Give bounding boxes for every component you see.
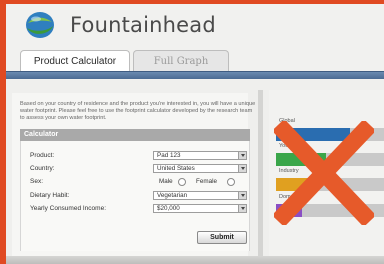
income-value: $20,000 — [157, 205, 180, 212]
diet-select[interactable]: Vegetarian — [153, 191, 247, 200]
income-select[interactable]: $20,000 — [153, 204, 247, 213]
female-label: Female — [196, 178, 217, 185]
app-title: Fountainhead — [70, 13, 216, 37]
diet-label: Dietary Habit: — [30, 192, 70, 199]
cross-out-icon — [274, 121, 374, 225]
male-label: Male — [159, 178, 173, 185]
calculator-header: Calculator — [20, 129, 250, 141]
app-window: Fountainhead Product Calculator Full Gra… — [6, 4, 384, 264]
product-label: Product: — [30, 152, 55, 159]
income-label: Yearly Consumed Income: — [30, 205, 106, 212]
male-radio[interactable] — [178, 178, 186, 186]
globe-icon — [26, 12, 54, 38]
chevron-down-icon — [238, 205, 246, 212]
chevron-down-icon — [238, 192, 246, 199]
country-value: United States — [157, 165, 195, 172]
sex-label: Sex: — [30, 178, 44, 185]
product-value: Pad 123 — [157, 152, 181, 159]
chevron-down-icon — [238, 152, 246, 159]
country-select[interactable]: United States — [153, 164, 247, 173]
nav-bar — [6, 71, 384, 79]
footer-band — [6, 256, 384, 264]
diet-value: Vegetarian — [157, 192, 188, 199]
panel-divider — [258, 90, 263, 264]
intro-text: Based on your country of residence and t… — [20, 101, 256, 121]
tab-product-calculator[interactable]: Product Calculator — [20, 50, 130, 72]
submit-button[interactable]: Submit — [197, 231, 247, 244]
female-radio[interactable] — [227, 178, 235, 186]
chevron-down-icon — [238, 165, 246, 172]
product-select[interactable]: Pad 123 — [153, 151, 247, 160]
country-label: Country: — [30, 165, 55, 172]
tab-full-graph[interactable]: Full Graph — [133, 50, 229, 72]
